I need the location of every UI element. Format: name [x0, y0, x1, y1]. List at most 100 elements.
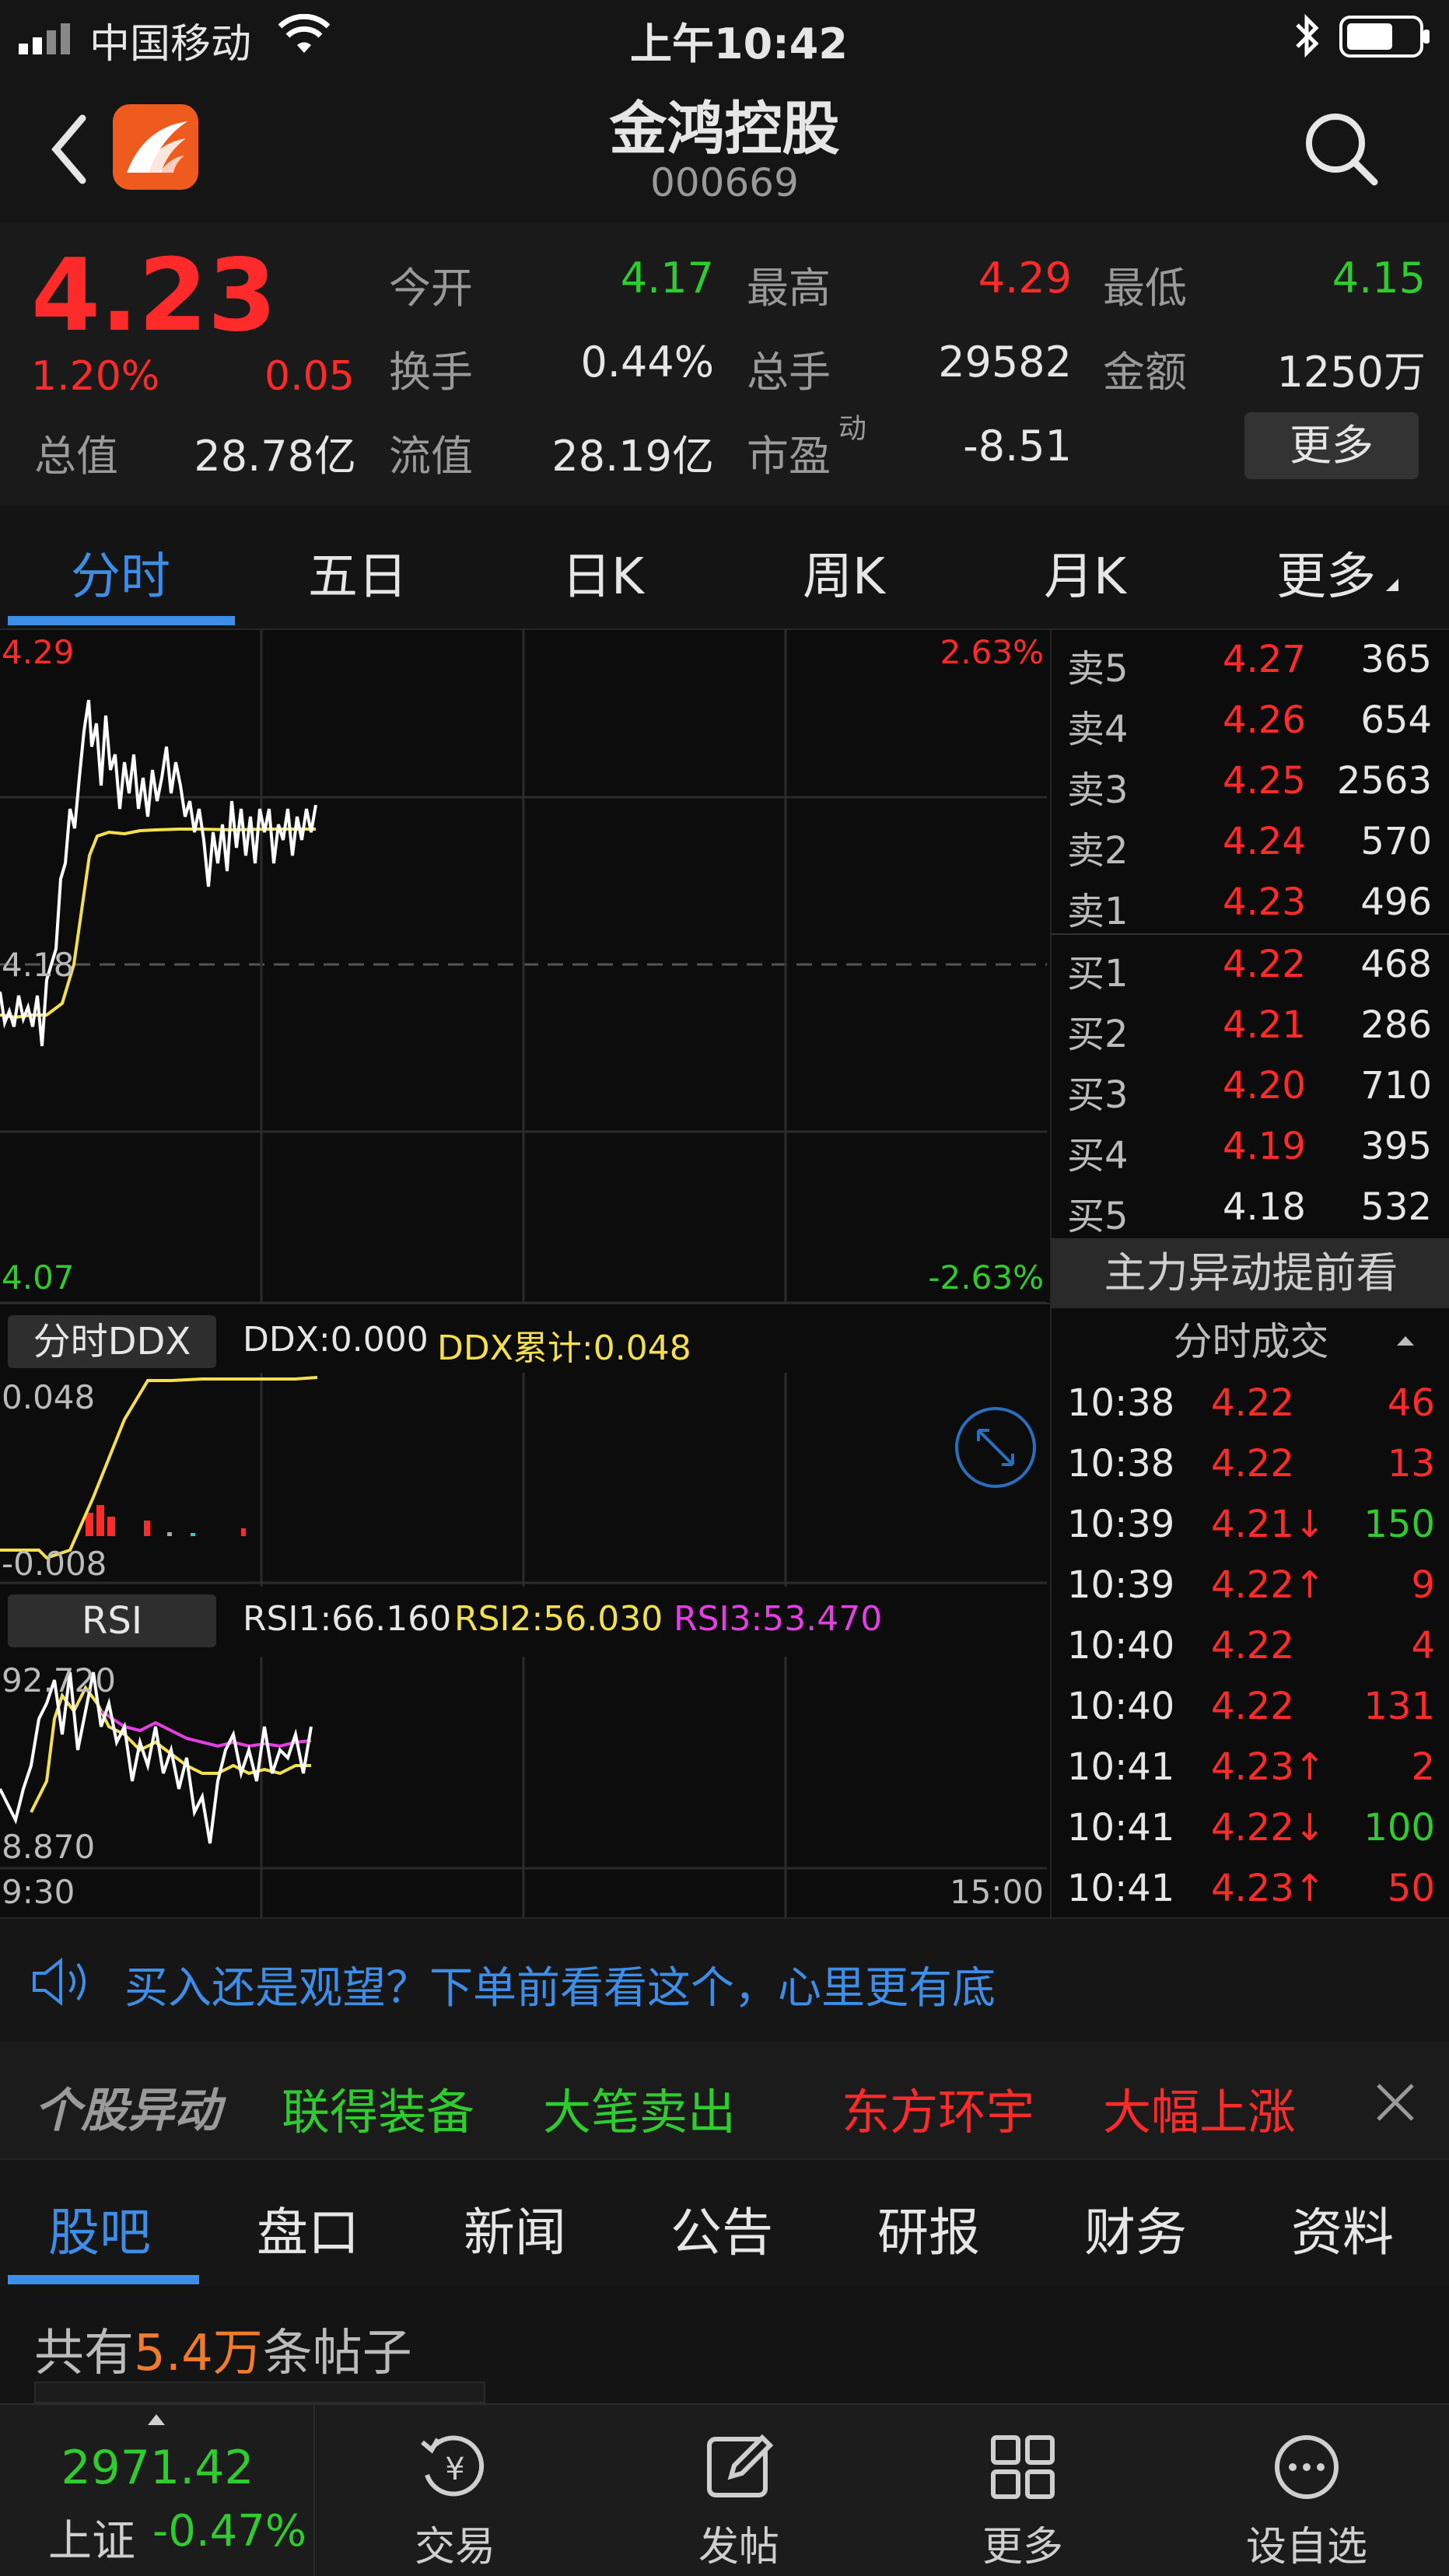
intraday-chart[interactable] — [0, 630, 1050, 1303]
time-axis-end: 15:00 — [949, 1873, 1044, 1911]
ask-row[interactable]: 卖2 4.24 570 — [1052, 812, 1449, 873]
carrier-label: 中国移动 — [89, 21, 252, 68]
rsi2-value: RSI2:56.030 — [454, 1599, 663, 1639]
ticker-event-1: 大笔卖出 — [543, 2084, 737, 2140]
info-tab-indicator — [8, 2275, 199, 2284]
ask-row[interactable]: 卖1 4.23 496 — [1052, 873, 1449, 933]
amount-value: 1250万 — [1276, 348, 1426, 397]
tab-monthly-k[interactable]: 月K — [1011, 537, 1159, 608]
ask-label: 卖4 — [1067, 708, 1129, 751]
float-label: 流值 — [389, 432, 473, 481]
volume-value: 29582 — [938, 338, 1072, 387]
post-count-number: 5.4万 — [134, 2325, 263, 2382]
tab-news[interactable]: 新闻 — [464, 2191, 566, 2266]
nav-post[interactable]: 发帖 — [599, 2405, 879, 2576]
tab-intraday[interactable]: 分时 — [47, 537, 194, 608]
tab-finance[interactable]: 财务 — [1084, 2191, 1187, 2266]
ask-row[interactable]: 卖4 4.26 654 — [1052, 691, 1449, 751]
tab-pankou[interactable]: 盘口 — [257, 2191, 359, 2266]
ask-volume: 654 — [1360, 698, 1432, 742]
index-quote[interactable]: 2971.42 上证 -0.47% — [0, 2405, 315, 2576]
trades-sort-icon[interactable] — [1394, 1333, 1417, 1349]
tab-announcement[interactable]: 公告 — [670, 2191, 773, 2266]
tab-guba[interactable]: 股吧 — [48, 2191, 151, 2266]
trade-time: 10:41 — [1067, 1745, 1175, 1789]
bid-volume: 286 — [1360, 1003, 1432, 1047]
trade-row: 10:38 4.22 13 — [1052, 1436, 1449, 1496]
rsi-axis-top: 92.720 — [2, 1661, 116, 1699]
tab-profile[interactable]: 资料 — [1291, 2191, 1394, 2266]
trade-volume: 150 — [1363, 1503, 1435, 1546]
trade-time: 10:40 — [1067, 1685, 1175, 1728]
tab-more[interactable]: 更多 — [1252, 537, 1400, 608]
trade-row: 10:40 4.22 4 — [1052, 1618, 1449, 1678]
more-quote-button[interactable]: 更多 — [1244, 412, 1419, 479]
ticker-event-2: 大幅上涨 — [1103, 2084, 1297, 2140]
tab-weekly-k[interactable]: 周K — [770, 537, 918, 608]
main-force-promo-button[interactable]: 主力异动提前看 — [1052, 1238, 1449, 1308]
stock-alert-ticker: 个股异动 联得装备 大笔卖出 东方环宇 大幅上涨 — [0, 2042, 1449, 2158]
trade-price: 4.23↑ — [1211, 1867, 1326, 1910]
notice-bar[interactable]: 买入还是观望？下单前看看这个，心里更有底 — [0, 1917, 1449, 2042]
tab-research[interactable]: 研报 — [877, 2191, 980, 2266]
grid-icon — [991, 2435, 1055, 2499]
tab-five-day[interactable]: 五日 — [284, 537, 432, 608]
rsi-title-button[interactable]: RSI — [8, 1594, 216, 1647]
trades-title[interactable]: 分时成交 — [1052, 1308, 1449, 1375]
ask-row[interactable]: 卖3 4.25 2563 — [1052, 751, 1449, 812]
tab-daily-k[interactable]: 日K — [529, 537, 677, 608]
float-value: 28.19亿 — [551, 432, 714, 481]
trade-time: 10:41 — [1067, 1806, 1175, 1850]
turnover-label: 换手 — [389, 348, 473, 397]
bid-row[interactable]: 买2 4.21 286 — [1052, 996, 1449, 1056]
bid-row[interactable]: 买5 4.18 532 — [1052, 1178, 1449, 1238]
ask-row[interactable]: 卖5 4.27 365 — [1052, 630, 1449, 691]
open-label: 今开 — [389, 264, 473, 313]
ddx-title-button[interactable]: 分时DDX — [8, 1315, 216, 1368]
trade-time: 10:38 — [1067, 1381, 1175, 1425]
time-axis-start: 9:30 — [2, 1873, 75, 1911]
bid-row[interactable]: 买3 4.20 710 — [1052, 1056, 1449, 1117]
bid-row[interactable]: 买1 4.22 468 — [1052, 935, 1449, 996]
rsi-axis-bottom: 8.870 — [2, 1828, 96, 1866]
bid-price: 4.20 — [1223, 1064, 1306, 1108]
post-count-suffix: 条帖子 — [262, 2325, 412, 2382]
trade-volume: 2 — [1411, 1745, 1435, 1789]
ddx-header: 分时DDX DDX:0.000 DDX累计:0.048 — [0, 1303, 1050, 1373]
ddx-chart[interactable] — [0, 1373, 1050, 1587]
search-icon[interactable] — [1303, 110, 1381, 188]
high-value: 4.29 — [978, 254, 1072, 303]
ask-price: 4.27 — [1223, 638, 1306, 681]
bid-row[interactable]: 买4 4.19 395 — [1052, 1117, 1449, 1178]
trade-price: 4.21↓ — [1211, 1503, 1326, 1546]
bid-volume: 395 — [1360, 1125, 1432, 1168]
ask-volume: 365 — [1360, 638, 1432, 681]
ticker-stock-1[interactable]: 联得装备 — [282, 2073, 474, 2143]
battery-icon — [1339, 16, 1430, 58]
trade-time: 10:41 — [1067, 1867, 1175, 1910]
ask-label: 卖2 — [1067, 829, 1129, 873]
close-icon[interactable] — [1374, 2081, 1417, 2124]
low-label: 最低 — [1103, 264, 1187, 313]
trade-volume: 4 — [1411, 1624, 1435, 1668]
cap-value: 28.78亿 — [194, 432, 356, 481]
ask-price: 4.23 — [1223, 880, 1306, 924]
expand-up-icon — [148, 2414, 165, 2425]
trade-time: 10:39 — [1067, 1563, 1175, 1607]
index-change: -0.47% — [152, 2506, 307, 2557]
more-dots-icon — [1275, 2435, 1339, 2499]
nav-trade[interactable]: ¥ 交易 — [315, 2405, 595, 2576]
nav-watchlist[interactable]: 设自选 — [1167, 2405, 1447, 2576]
price-axis-high: 4.29 — [2, 633, 75, 671]
ddx-value: DDX:0.000 — [243, 1320, 429, 1360]
notice-text: 买入还是观望？下单前看看这个，心里更有底 — [124, 1963, 996, 2014]
ticker-title: 个股异动 — [34, 2084, 221, 2138]
trade-price: 4.22 — [1211, 1442, 1294, 1486]
trade-price: 4.22↑ — [1211, 1563, 1326, 1607]
trade-volume: 9 — [1411, 1563, 1435, 1607]
ask-volume: 2563 — [1336, 759, 1432, 803]
ticker-stock-2[interactable]: 东方环宇 — [842, 2073, 1034, 2143]
rsi-chart[interactable] — [0, 1657, 1050, 1921]
nav-more[interactable]: 更多 — [883, 2405, 1163, 2576]
trade-price: 4.22 — [1211, 1381, 1294, 1425]
